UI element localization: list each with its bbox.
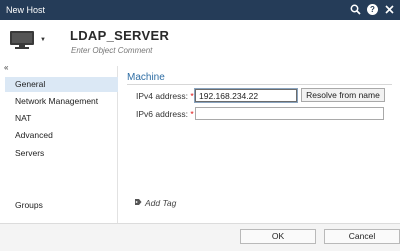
section-title: Machine [127,72,165,83]
sidebar-item-servers[interactable]: Servers [5,146,118,161]
ipv4-address-input[interactable] [194,88,298,103]
tag-icon [134,198,142,208]
sidebar-item-advanced[interactable]: Advanced [5,128,118,143]
ipv6-label-text: IPv6 address: [136,109,188,119]
resolve-from-name-button[interactable]: Resolve from name [301,88,385,102]
sidebar-item-nat[interactable]: NAT [5,111,118,126]
ipv4-label: IPv4 address: * [136,91,194,101]
monitor-icon[interactable] [9,30,35,50]
ipv4-label-text: IPv4 address: [136,91,188,101]
search-icon[interactable] [349,3,362,16]
object-comment-field[interactable]: Enter Object Comment [71,46,152,55]
dialog-footer: OK Cancel [0,223,400,251]
ipv6-label: IPv6 address: * [136,109,194,119]
required-mark: * [190,91,194,101]
title-bar-controls: ? [349,3,396,16]
add-tag-link[interactable]: Add Tag [134,198,176,208]
title-bar: New Host ? [0,0,400,20]
ipv6-address-input[interactable] [195,107,384,120]
chevron-down-icon[interactable]: ▼ [40,37,46,43]
window-title: New Host [6,5,46,15]
object-name[interactable]: LDAP_SERVER [70,28,169,43]
sidebar: « General Network Management NAT Advance… [0,63,118,223]
object-header: ▼ LDAP_SERVER Enter Object Comment [0,20,400,66]
sidebar-item-network-management[interactable]: Network Management [5,94,118,109]
collapse-sidebar-icon[interactable]: « [4,63,8,72]
ok-button[interactable]: OK [240,229,316,244]
cancel-button[interactable]: Cancel [324,229,400,244]
help-icon[interactable]: ? [367,4,378,15]
required-mark: * [190,109,194,119]
section-divider [127,84,392,85]
add-tag-label: Add Tag [145,198,177,208]
close-icon[interactable] [383,3,396,16]
sidebar-item-groups[interactable]: Groups [5,198,118,213]
sidebar-item-general[interactable]: General [5,77,118,92]
